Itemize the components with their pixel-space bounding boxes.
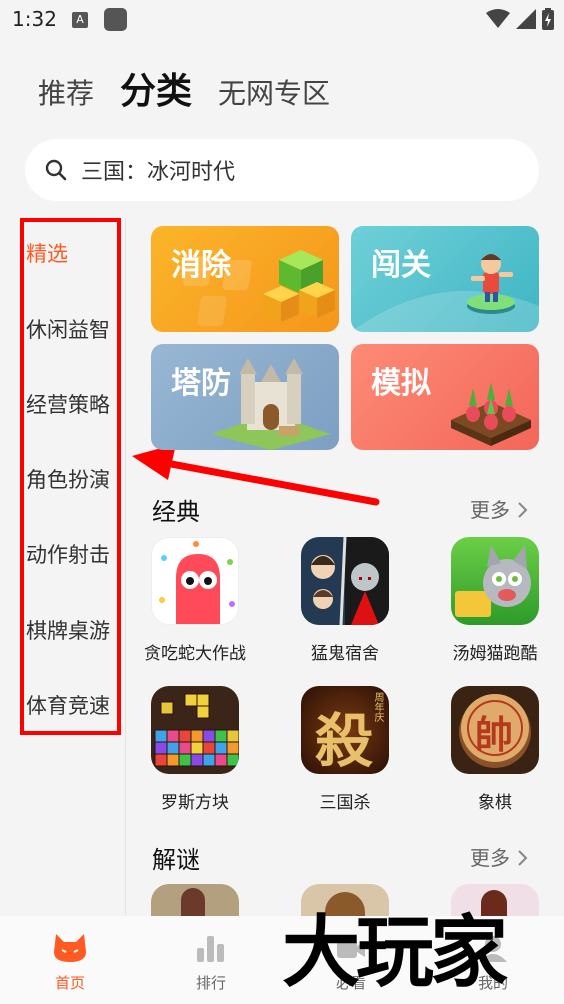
game-name: 罗斯方块	[161, 793, 229, 813]
xiangqi-icon: 帥	[451, 686, 539, 774]
category-label: 闯关	[371, 248, 431, 283]
game-name: 猛鬼宿舍	[311, 644, 379, 664]
block-puzzle-icon	[151, 686, 239, 774]
sanguosha-icon: 殺 周年庆	[301, 686, 389, 774]
game-item-snake[interactable]: 贪吃蛇大作战	[135, 537, 255, 664]
nav-label: 排行	[195, 974, 226, 992]
game-name: 三国杀	[319, 793, 371, 813]
search-bar[interactable]: 三国：冰河时代	[25, 139, 539, 201]
more-link-classic[interactable]: 更多	[470, 494, 528, 523]
game-name: 汤姆猫跑酷	[452, 644, 538, 664]
nav-home[interactable]: 首页	[30, 932, 110, 993]
game-item-sanguosha[interactable]: 殺 周年庆 三国杀	[285, 686, 405, 813]
battery-icon	[542, 8, 554, 30]
chevron-right-icon	[518, 850, 528, 866]
category-label: 模拟	[371, 366, 431, 401]
status-time: 1:32	[12, 7, 57, 31]
game-item-ghost-dorm[interactable]: 猛鬼宿舍	[285, 537, 405, 664]
category-label: 塔防	[171, 366, 231, 401]
category-card-simulation[interactable]: 模拟	[351, 344, 539, 450]
ghost-dorm-icon	[301, 537, 389, 625]
game-item-block-puzzle[interactable]: 罗斯方块	[135, 686, 255, 813]
section-title-classic: 经典	[152, 498, 200, 526]
notification-app-icon	[104, 8, 127, 31]
section-title-puzzle: 解谜	[152, 846, 200, 874]
bar-chart-icon	[197, 936, 224, 962]
highlight-box	[20, 218, 121, 735]
top-tabs: 推荐 分类 无网专区	[38, 62, 330, 114]
notification-a-icon: A	[72, 12, 88, 28]
more-link-puzzle[interactable]: 更多	[470, 842, 528, 871]
tom-cat-run-icon	[451, 537, 539, 625]
signal-icon	[516, 9, 536, 29]
status-icons	[486, 8, 554, 30]
anniversary-badge: 周年庆	[372, 692, 383, 722]
game-item-xiangqi[interactable]: 帥 象棋	[435, 686, 555, 813]
tab-offline[interactable]: 无网专区	[218, 72, 330, 112]
home-fox-icon	[54, 934, 86, 962]
wifi-icon	[486, 9, 510, 28]
category-card-tower-defense[interactable]: 塔防	[151, 344, 339, 450]
tab-category[interactable]: 分类	[120, 62, 192, 114]
search-placeholder: 三国：冰河时代	[81, 160, 236, 185]
category-card-eliminate[interactable]: 消除	[151, 226, 339, 332]
category-label: 消除	[171, 248, 231, 283]
category-card-levels[interactable]: 闯关	[351, 226, 539, 332]
search-icon	[45, 159, 67, 181]
game-item-tom-run[interactable]: 汤姆猫跑酷	[435, 537, 555, 664]
game-name: 贪吃蛇大作战	[144, 644, 246, 664]
watermark-logo: 大玩家	[282, 907, 508, 998]
more-label: 更多	[470, 498, 510, 522]
game-name: 象棋	[478, 793, 512, 813]
nav-label: 首页	[54, 974, 85, 992]
chevron-right-icon	[518, 502, 528, 518]
nav-ranking[interactable]: 排行	[171, 932, 251, 993]
puzzle-game-thumb-1[interactable]	[151, 884, 239, 916]
snake-game-icon	[151, 537, 239, 625]
tab-recommend[interactable]: 推荐	[38, 72, 94, 112]
sanguosha-char: 殺	[315, 707, 374, 774]
more-label: 更多	[470, 846, 510, 870]
xiangqi-char: 帥	[475, 712, 514, 757]
status-bar: 1:32 A	[0, 0, 564, 40]
